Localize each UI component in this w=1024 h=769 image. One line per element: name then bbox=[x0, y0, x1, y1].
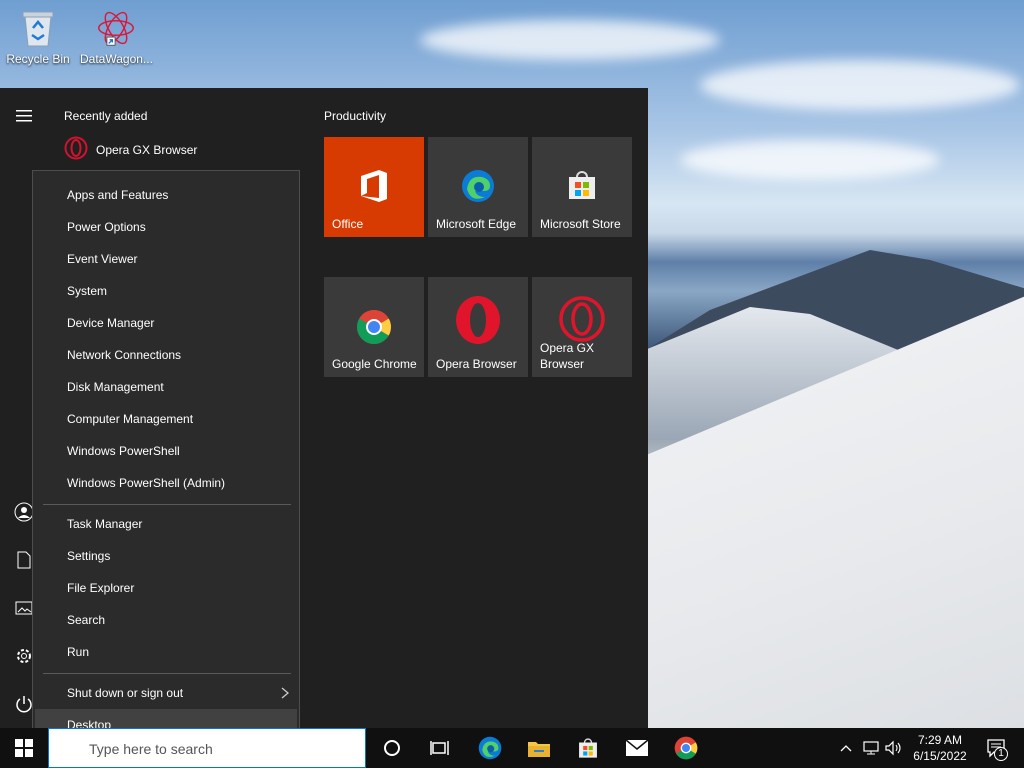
menu-item-run[interactable]: Run bbox=[33, 636, 299, 668]
chrome-icon bbox=[324, 309, 424, 345]
edge-icon bbox=[428, 169, 528, 203]
menu-item-power-options[interactable]: Power Options bbox=[33, 211, 299, 243]
menu-item-windows-powershell[interactable]: Windows PowerShell bbox=[33, 435, 299, 467]
recycle-bin-icon bbox=[18, 6, 58, 50]
edge-icon[interactable] bbox=[466, 728, 514, 768]
tile-opera-gx-browser[interactable]: Opera GX Browser bbox=[532, 277, 632, 377]
notification-center-icon[interactable]: 1 bbox=[978, 728, 1014, 768]
mail-icon[interactable] bbox=[613, 728, 661, 768]
tile-label-line: Opera GX bbox=[540, 341, 595, 355]
menu-item-windows-powershell-admin[interactable]: Windows PowerShell (Admin) bbox=[33, 467, 299, 499]
tile-opera-browser[interactable]: Opera Browser bbox=[428, 277, 528, 377]
tile-label: Office bbox=[332, 217, 364, 231]
menu-item-computer-management[interactable]: Computer Management bbox=[33, 403, 299, 435]
clock-time: 7:29 AM bbox=[917, 733, 963, 747]
tile-office[interactable]: Office bbox=[324, 137, 424, 237]
cortana-icon[interactable] bbox=[368, 728, 416, 768]
menu-item-disk-management[interactable]: Disk Management bbox=[33, 371, 299, 403]
recent-app-label: Opera GX Browser bbox=[96, 142, 198, 157]
cloud bbox=[420, 20, 720, 60]
tile-label: Microsoft Store bbox=[540, 217, 621, 231]
menu-item-settings[interactable]: Settings bbox=[33, 540, 299, 572]
chevron-up-icon[interactable] bbox=[836, 728, 856, 768]
office-icon bbox=[324, 169, 424, 203]
tile-label: Microsoft Edge bbox=[436, 217, 517, 231]
tile-label: Opera Browser bbox=[436, 357, 517, 371]
tile-label: Google Chrome bbox=[332, 357, 417, 371]
store-icon bbox=[532, 169, 632, 201]
tile-microsoft-store[interactable]: Microsoft Store bbox=[532, 137, 632, 237]
tile-label: Opera GX Browser bbox=[540, 340, 594, 372]
store-icon[interactable] bbox=[564, 728, 612, 768]
hamburger-icon[interactable] bbox=[12, 104, 36, 128]
recent-app-opera-gx[interactable]: Opera GX Browser bbox=[64, 136, 197, 163]
task-view-icon[interactable] bbox=[416, 728, 464, 768]
menu-item-file-explorer[interactable]: File Explorer bbox=[33, 572, 299, 604]
menu-item-search[interactable]: Search bbox=[33, 604, 299, 636]
menu-separator bbox=[43, 504, 291, 505]
datawagon-icon bbox=[96, 6, 136, 50]
clock-date: 6/15/2022 bbox=[913, 749, 967, 763]
cloud bbox=[700, 60, 1020, 110]
menu-separator bbox=[43, 673, 291, 674]
volume-icon[interactable] bbox=[882, 728, 904, 768]
quick-link-menu: Apps and Features Power Options Event Vi… bbox=[32, 170, 300, 748]
desktop-icon-recycle-bin[interactable]: Recycle Bin bbox=[2, 6, 74, 66]
windows-logo-icon bbox=[15, 739, 33, 757]
menu-item-apps-and-features[interactable]: Apps and Features bbox=[33, 179, 299, 211]
desktop-icon-datawagon[interactable]: DataWagon... bbox=[80, 6, 153, 66]
opera-gx-icon bbox=[64, 136, 88, 163]
cloud bbox=[680, 140, 940, 180]
network-icon[interactable] bbox=[860, 728, 882, 768]
start-button[interactable] bbox=[0, 728, 48, 768]
tile-group-title: Productivity bbox=[324, 109, 387, 123]
opera-gx-icon bbox=[532, 295, 632, 343]
system-clock[interactable]: 7:29 AM 6/15/2022 bbox=[906, 732, 974, 764]
menu-item-event-viewer[interactable]: Event Viewer bbox=[33, 243, 299, 275]
menu-item-label: Shut down or sign out bbox=[67, 686, 184, 700]
opera-icon bbox=[428, 295, 528, 345]
tile-microsoft-edge[interactable]: Microsoft Edge bbox=[428, 137, 528, 237]
chrome-icon[interactable] bbox=[662, 728, 710, 768]
notification-count-badge: 1 bbox=[994, 747, 1008, 761]
menu-item-network-connections[interactable]: Network Connections bbox=[33, 339, 299, 371]
desktop-icon-label: DataWagon... bbox=[80, 52, 153, 66]
tile-google-chrome[interactable]: Google Chrome bbox=[324, 277, 424, 377]
desktop-icon-label: Recycle Bin bbox=[6, 52, 70, 66]
menu-item-device-manager[interactable]: Device Manager bbox=[33, 307, 299, 339]
recently-added-title: Recently added bbox=[64, 109, 148, 123]
menu-item-system[interactable]: System bbox=[33, 275, 299, 307]
menu-item-task-manager[interactable]: Task Manager bbox=[33, 508, 299, 540]
tile-label-line: Browser bbox=[540, 357, 585, 371]
file-explorer-icon[interactable] bbox=[515, 728, 563, 768]
chevron-right-icon bbox=[281, 677, 290, 711]
menu-item-shut-down-or-sign-out[interactable]: Shut down or sign out bbox=[33, 677, 299, 709]
taskbar: Type here to search 7:29 AM 6/15/2022 1 bbox=[0, 728, 1024, 768]
search-input[interactable]: Type here to search bbox=[48, 728, 366, 768]
